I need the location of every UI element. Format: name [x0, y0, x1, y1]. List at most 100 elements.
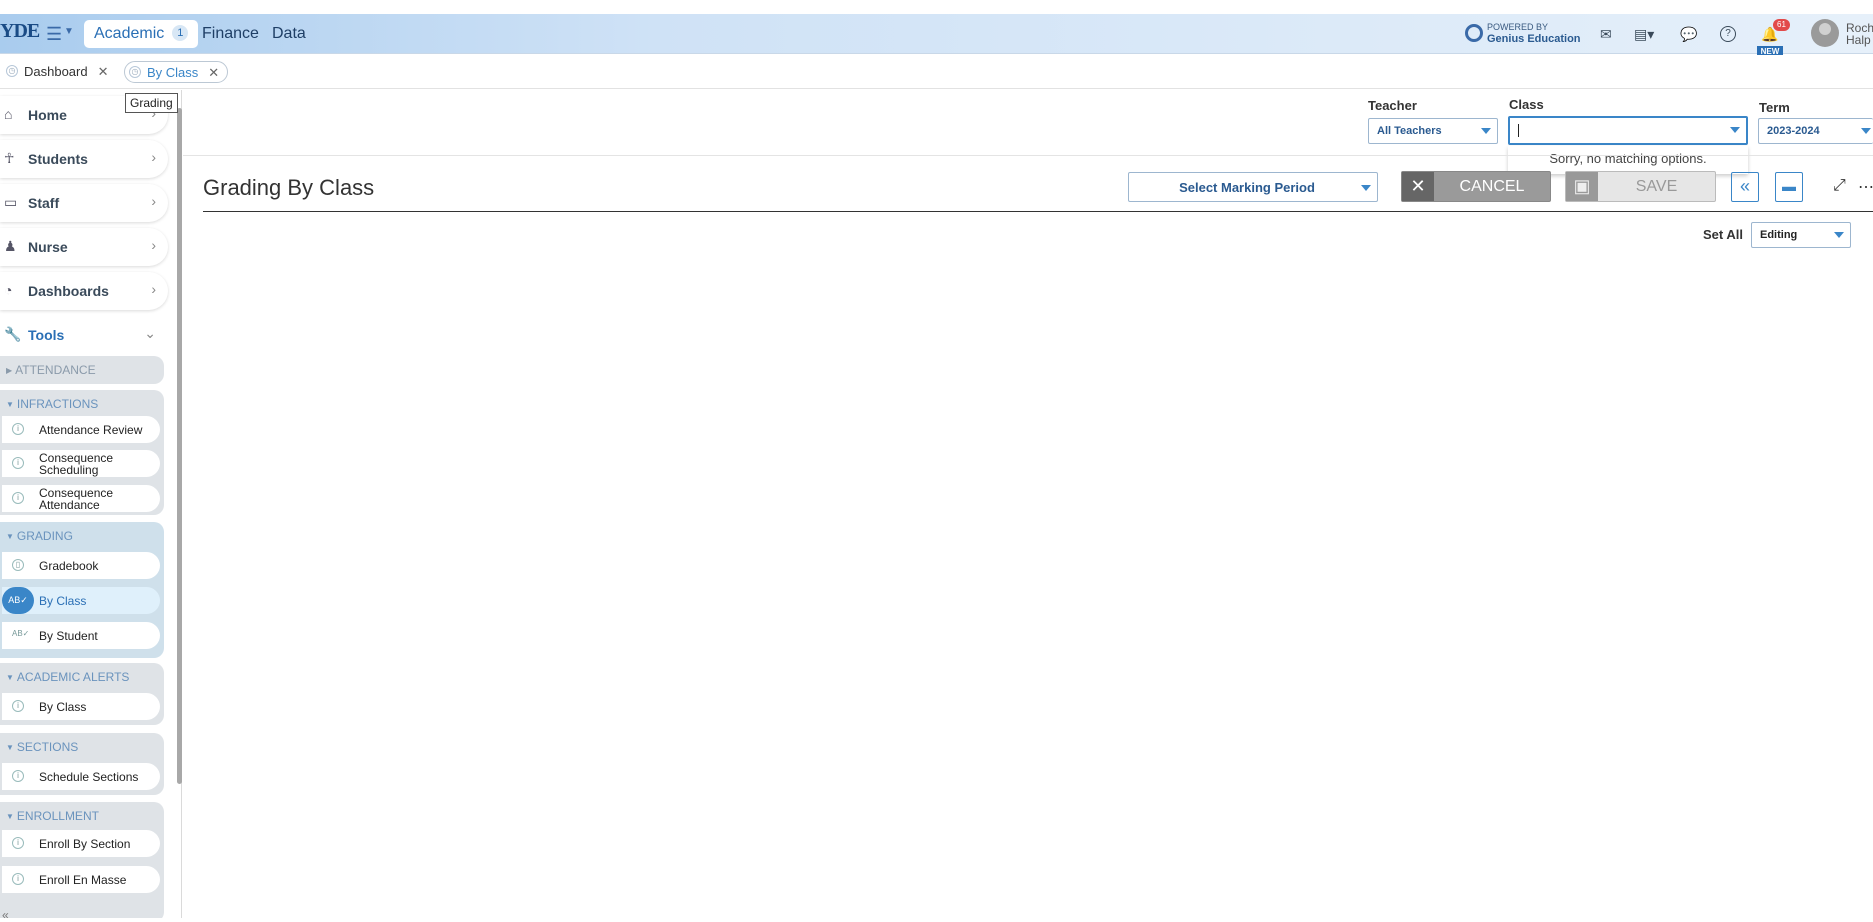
- sidebar-item-consequence-attendance[interactable]: i Consequence Attendance: [2, 485, 160, 512]
- gauge-icon: ◔: [4, 282, 13, 298]
- expand-icon[interactable]: ⤢: [1833, 177, 1846, 195]
- filter-divider: [183, 155, 1873, 156]
- group-academic-alerts: ▼ ACADEMIC ALERTS i By Class: [0, 663, 164, 725]
- teacher-select[interactable]: All Teachers: [1368, 118, 1498, 144]
- archive-icon[interactable]: ▤▾: [1634, 26, 1654, 43]
- collapse-left-button[interactable]: «: [1731, 172, 1759, 202]
- marking-period-select[interactable]: Select Marking Period: [1128, 172, 1378, 202]
- cancel-button[interactable]: ✕ CANCEL: [1401, 171, 1551, 202]
- menu-icon[interactable]: ☰: [46, 24, 62, 45]
- calculator-button[interactable]: ▬: [1775, 172, 1803, 202]
- sidebar-item-label: Nurse: [28, 239, 68, 255]
- page-title: Grading By Class: [203, 175, 375, 200]
- group-header-label: ATTENDANCE: [15, 363, 96, 377]
- sidebar-item-consequence-scheduling[interactable]: i Consequence Scheduling: [2, 450, 160, 477]
- caret-down-icon: [1861, 128, 1871, 134]
- module-tab-academic[interactable]: Academic 1: [84, 20, 199, 48]
- caret-down-icon: ▼: [6, 400, 14, 409]
- sidebar-item-label: Home: [28, 107, 67, 123]
- chat-icon[interactable]: 💬: [1680, 26, 1697, 43]
- document-icon: ▯: [12, 559, 24, 571]
- chevron-right-icon: ›: [151, 193, 156, 209]
- group-attendance[interactable]: ▶ ATTENDANCE: [0, 356, 164, 384]
- sidebar-item-tools[interactable]: 🔧 Tools ⌄: [0, 316, 168, 354]
- notification-badge: 61: [1773, 19, 1790, 31]
- tab-label: Dashboard: [24, 64, 88, 79]
- tab-dashboard[interactable]: ◷ Dashboard ✕: [2, 61, 117, 83]
- group-header[interactable]: ▼ ACADEMIC ALERTS: [6, 670, 129, 684]
- powered-by-text: POWERED BY: [1487, 22, 1549, 32]
- close-icon[interactable]: ✕: [208, 65, 219, 80]
- module-tab-data[interactable]: Data: [262, 20, 316, 48]
- sidebar-item-staff[interactable]: ▭ Staff ›: [0, 184, 168, 222]
- caret-down-icon: [1834, 232, 1844, 238]
- group-infractions: ▼ INFRACTIONS i Attendance Review i Consequ…: [0, 390, 164, 515]
- powered-by-brand: Genius Education: [1487, 33, 1581, 45]
- sidebar-scrollbar[interactable]: [177, 108, 182, 784]
- school-logo[interactable]: YDE: [0, 20, 40, 48]
- avatar[interactable]: [1811, 19, 1839, 47]
- sidebar-item-gradebook[interactable]: ▯ Gradebook: [2, 552, 160, 579]
- sidebar-item-label: By Class: [39, 700, 87, 714]
- sidebar-item-label: Enroll By Section: [39, 837, 131, 851]
- chevron-right-icon: ›: [151, 149, 156, 165]
- info-icon: i: [12, 423, 24, 435]
- caret-down-icon: ▼: [6, 532, 14, 541]
- tooltip: Grading: [125, 93, 178, 113]
- group-header[interactable]: ▼ ENROLLMENT: [6, 809, 99, 823]
- sidebar-item-attendance-review[interactable]: i Attendance Review: [2, 416, 160, 443]
- sidebar-item-label: By Class: [39, 594, 87, 608]
- close-icon[interactable]: ✕: [98, 64, 109, 79]
- marking-period-placeholder: Select Marking Period: [1179, 180, 1315, 195]
- group-header[interactable]: ▼ SECTIONS: [6, 740, 78, 754]
- user-name[interactable]: Roch Halp: [1846, 22, 1873, 46]
- title-divider: [203, 211, 1873, 212]
- tab-by-class[interactable]: ◷ By Class ✕: [124, 61, 229, 83]
- sidebar-item-grading-by-class[interactable]: AB✓ By Class: [2, 587, 160, 614]
- chevron-right-icon: ›: [151, 237, 156, 253]
- tab-label: By Class: [147, 65, 199, 80]
- info-icon: i: [12, 837, 24, 849]
- chevron-down-icon: ⌄: [144, 325, 156, 341]
- module-label: Academic: [94, 25, 165, 42]
- chevron-down-icon[interactable]: ▼: [64, 26, 74, 37]
- group-header[interactable]: ▼ GRADING: [6, 529, 73, 543]
- sidebar-item-dashboards[interactable]: ◔ Dashboards ›: [0, 272, 168, 310]
- chevron-right-icon: ›: [151, 281, 156, 297]
- info-icon: i: [12, 457, 24, 469]
- sidebar-item-students[interactable]: ☥ Students ›: [0, 140, 168, 178]
- save-button[interactable]: ▣ SAVE: [1565, 171, 1716, 202]
- sidebar-item-schedule-sections[interactable]: i Schedule Sections: [2, 763, 160, 790]
- class-label: Class: [1509, 97, 1544, 112]
- help-icon[interactable]: ?: [1720, 26, 1736, 42]
- sidebar-item-label: Dashboards: [28, 283, 109, 299]
- sidebar-item-label: Gradebook: [39, 559, 99, 573]
- mail-icon[interactable]: ✉: [1600, 26, 1612, 43]
- sidebar-item-enroll-by-section[interactable]: i Enroll By Section: [2, 830, 160, 857]
- genius-logo-icon: [1465, 24, 1483, 42]
- caret-down-icon: ▼: [6, 743, 14, 752]
- term-select[interactable]: 2023-2024: [1758, 118, 1873, 144]
- sidebar-item-nurse[interactable]: ♟ Nurse ›: [0, 228, 168, 266]
- module-tab-finance[interactable]: Finance: [192, 20, 269, 48]
- sidebar-item-label: Staff: [28, 195, 60, 211]
- sidebar-item-grading-by-student[interactable]: AB✓ By Student: [2, 622, 160, 649]
- info-icon: i: [12, 700, 24, 712]
- collapse-sidebar-icon[interactable]: «: [2, 908, 9, 922]
- dashboard-icon: ◷: [129, 66, 141, 78]
- staff-icon: ▭: [4, 194, 18, 210]
- tab-bar: ◷Dashboard✕ ◷By Class✕ ☆: [0, 55, 1873, 135]
- caret-right-icon: ▶: [6, 366, 13, 375]
- set-all-select[interactable]: Editing: [1751, 222, 1851, 248]
- set-all-select-value: Editing: [1760, 229, 1798, 241]
- group-header[interactable]: ▼ INFRACTIONS: [6, 397, 98, 411]
- group-header-label: SECTIONS: [16, 740, 79, 754]
- student-icon: ☥: [4, 150, 15, 166]
- sidebar-item-enroll-en-masse[interactable]: i Enroll En Masse: [2, 866, 160, 893]
- more-options-icon[interactable]: ⋯: [1858, 177, 1873, 197]
- sidebar-item-label: Enroll En Masse: [39, 873, 127, 887]
- group-enrollment: ▼ ENROLLMENT i Enroll By Section i Enroll E…: [0, 802, 164, 918]
- text-cursor: [1518, 124, 1519, 137]
- sidebar-item-alerts-by-class[interactable]: i By Class: [2, 693, 160, 720]
- class-select[interactable]: [1508, 116, 1748, 145]
